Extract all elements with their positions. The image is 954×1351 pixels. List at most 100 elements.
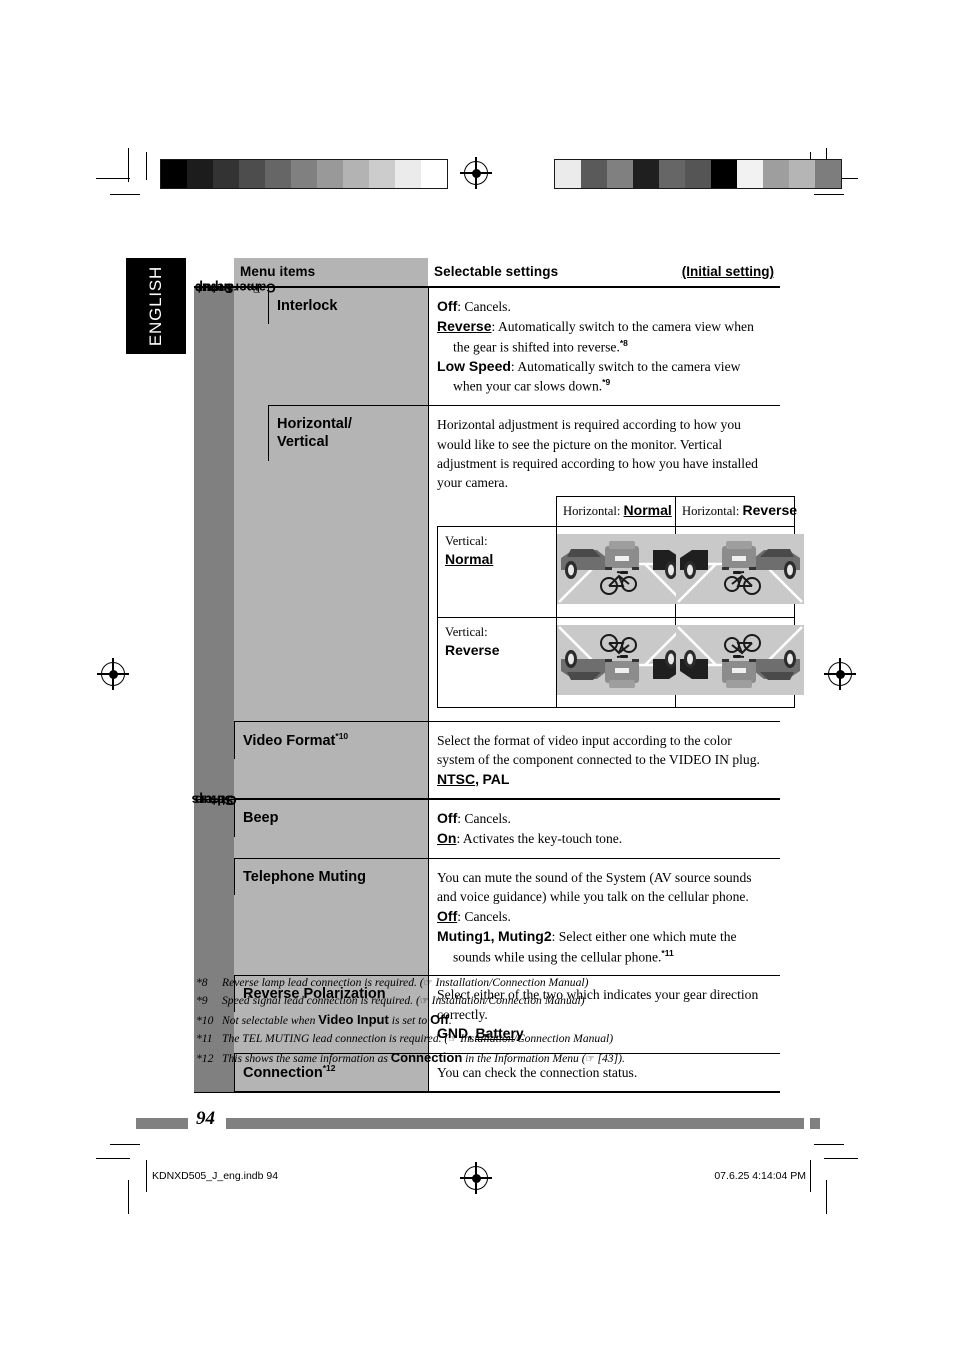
option-off: Off (437, 907, 458, 924)
hv-matrix: Horizontal: Normal Horizontal: Reverse V… (437, 496, 805, 708)
pointing-hand-icon: ☞ (585, 1053, 595, 1065)
swatch (161, 160, 187, 188)
crop-mark-top-left-h2 (110, 194, 140, 196)
swatch (633, 160, 659, 188)
footnote-ref-11: *11 (661, 947, 674, 958)
menu-label-video-format: Video Format*10 (234, 721, 428, 759)
option-off-text: : Cancels. (457, 811, 511, 827)
hv-row-vertical-reverse: Vertical: Reverse (437, 616, 805, 708)
pointing-hand-icon: ☞ (419, 995, 429, 1007)
menu-label-horizontal-vertical: Horizontal/ Vertical (268, 406, 428, 461)
swatch (607, 160, 633, 188)
footnote-11-number: *11 (196, 1031, 213, 1045)
color-calibration-bar-left (160, 159, 448, 189)
option-reverse-cont: the gear is shifted into reverse.*8 (453, 337, 628, 355)
header-settings-cell: Selectable settings (Initial setting) (428, 258, 780, 288)
swatch (395, 160, 421, 188)
option-muting1: Muting1 (437, 927, 491, 944)
hv-cell-hnormal-vreverse (556, 616, 686, 708)
hv-cell-hreverse-vreverse (675, 616, 805, 708)
swatch (581, 160, 607, 188)
table-row: Setup ⇨ Others Beep Off: Cancels. On: Ac… (191, 792, 780, 1093)
swatch (421, 160, 447, 188)
hv-cell-hnormal-vnormal (556, 526, 686, 618)
swatch (763, 160, 789, 188)
desc-interlock: Off: Cancels. Reverse: Automatically swi… (428, 288, 780, 406)
hv-col-header-normal-text: Horizontal: Normal (563, 502, 672, 519)
swatch (555, 160, 581, 188)
footnote-10-number: *10 (196, 1013, 214, 1027)
camera-view-h-reverse-v-reverse-icon (676, 624, 805, 695)
swatch (815, 160, 841, 188)
footnote-10: *10 Not selectable when Video Input is se… (196, 1010, 796, 1030)
hv-col-header-reverse-text: Horizontal: Reverse (682, 502, 798, 519)
menu-cell-telephone-muting: Telephone Muting (234, 858, 429, 977)
crop-mark-bottom-right-h2 (814, 1144, 844, 1146)
option-on-text: : Activates the key-touch tone. (456, 831, 623, 847)
footnote-9-number: *9 (196, 993, 208, 1007)
footer-rule-left (136, 1118, 188, 1129)
option-low-speed-cont: when your car slows down.*9 (453, 377, 611, 394)
settings-table: Menu items Selectable settings (Initial … (191, 258, 805, 1094)
footnote-9: *9 Speed signal lead connection is requir… (196, 992, 796, 1010)
desc-video-format: Select the format of video input accordi… (428, 721, 780, 799)
hv-row-header-reverse: Vertical: Reverse (437, 616, 558, 708)
swatch (737, 160, 763, 188)
footnote-12-number: *12 (196, 1051, 214, 1065)
footnote-8: *8 Reverse lamp lead connection is requir… (196, 974, 796, 992)
hv-row-header-normal: Vertical: Normal (437, 526, 558, 618)
crop-mark-top-left-h (96, 178, 130, 180)
footer-rule (136, 1118, 820, 1129)
camera-view-h-reverse-v-normal-icon (676, 534, 805, 605)
pointing-hand-icon: ☞ (448, 1033, 458, 1045)
menu-cell-interlock: Interlock (268, 287, 429, 407)
desc-telephone-muting: You can mute the sound of the System (AV… (428, 859, 780, 976)
crop-mark-bottom-left-v (128, 1180, 130, 1214)
swatch (659, 160, 685, 188)
swatch (317, 160, 343, 188)
option-reverse-text: : Automatically switch to the camera vie… (491, 318, 754, 334)
crop-mark-bottom-right-v (826, 1180, 828, 1214)
hv-col-header-reverse: Horizontal: Reverse (675, 496, 798, 528)
color-calibration-bar-right (554, 159, 842, 189)
option-muting-cont: sounds while using the cellular phone.*1… (453, 947, 674, 965)
footer-rule-right (810, 1118, 820, 1129)
hv-row-vertical-normal: Vertical: Normal (437, 526, 805, 618)
menu-label-interlock: Interlock (268, 288, 428, 325)
imprint-filename: KDNXD505_J_eng.indb 94 (152, 1170, 279, 1182)
menu-cell-video-format: Video Format*10 (234, 721, 429, 801)
swatch (369, 160, 395, 188)
page-number: 94 (196, 1108, 215, 1129)
value-pal: PAL (482, 770, 510, 787)
camera-view-h-normal-v-normal-icon (557, 534, 686, 605)
option-low-speed: Low Speed (437, 357, 511, 374)
crop-mark-bottom-left-h (96, 1158, 130, 1160)
table-header-row: Menu items Selectable settings (Initial … (194, 258, 780, 288)
language-tab-label: ENGLISH (146, 265, 165, 347)
footnote-ref-10: *10 (335, 730, 349, 741)
table-row: Horizontal/ Vertical Horizontal adjustme… (194, 405, 805, 722)
camera-view-h-normal-v-reverse-icon (557, 624, 686, 695)
crop-mark-bottom-left-inner (146, 1160, 148, 1192)
hv-row-header-normal-text: Vertical: Normal (445, 534, 494, 568)
swatch (213, 160, 239, 188)
hv-header-row: Horizontal: Normal Horizontal: Reverse (438, 496, 798, 528)
crop-mark-bottom-right-inner (810, 1160, 812, 1192)
swatch (789, 160, 815, 188)
value-ntsc: NTSC (437, 770, 476, 787)
registration-mark-left (97, 658, 129, 690)
footnote-ref-9: *9 (602, 377, 611, 388)
swatch (343, 160, 369, 188)
swatch (265, 160, 291, 188)
header-initial-setting-label: (Initial setting) (681, 264, 774, 279)
hv-row-header-reverse-text: Vertical: Reverse (445, 624, 500, 658)
desc-paragraph: Horizontal adjustment is required accord… (437, 417, 758, 491)
desc-cell-beep: Off: Cancels. On: Activates the key-touc… (428, 799, 780, 860)
menu-cell-horizontal-vertical: Horizontal/ Vertical (268, 405, 429, 722)
swatch (711, 160, 737, 188)
registration-mark-top (460, 157, 492, 189)
desc-horizontal-vertical: Horizontal adjustment is required accord… (428, 406, 805, 721)
footnote-ref-8: *8 (619, 337, 628, 348)
footer-rule-main (226, 1118, 804, 1129)
imprint-timestamp: 07.6.25 4:14:04 PM (714, 1170, 806, 1182)
